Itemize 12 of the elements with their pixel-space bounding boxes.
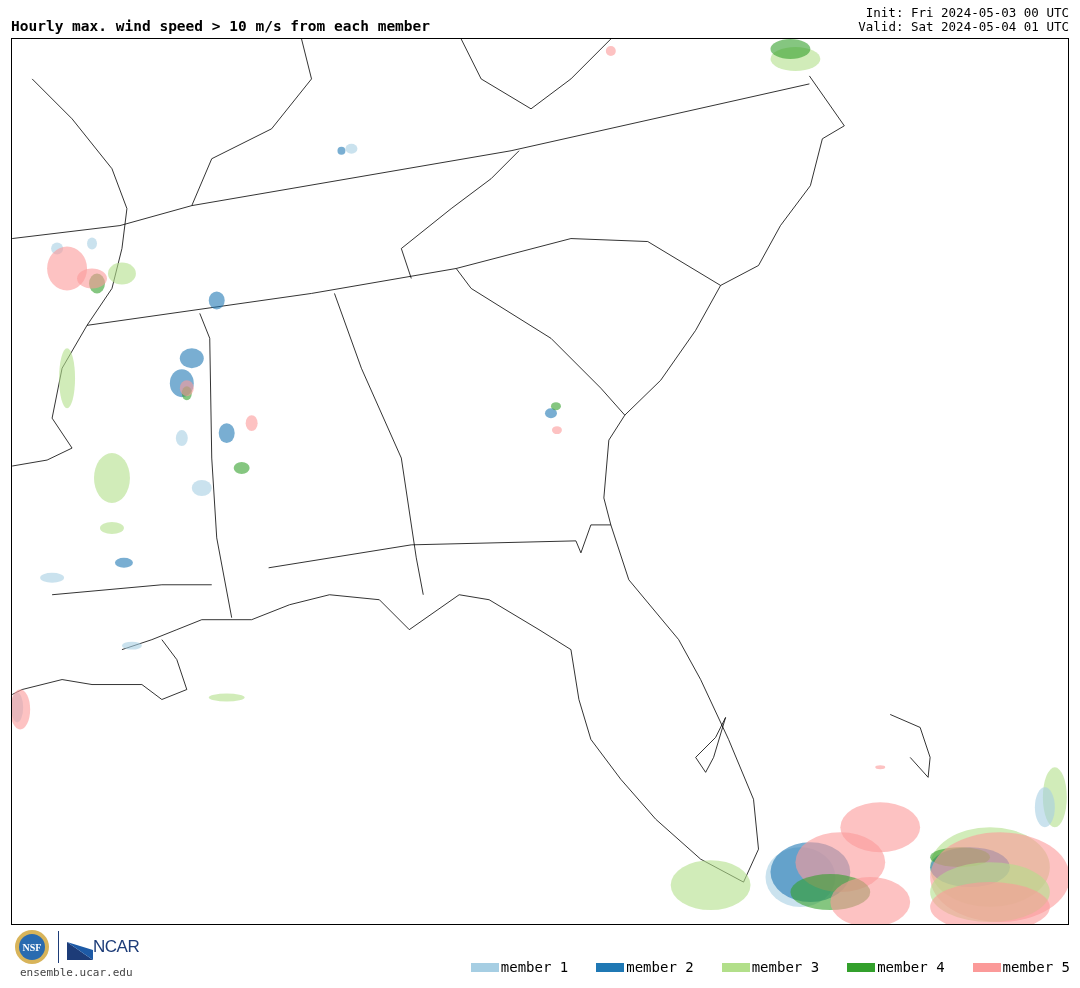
legend-label: member 3 <box>751 958 820 977</box>
ncar-logo-text: NCAR <box>93 936 140 959</box>
legend-label: member 2 <box>626 958 694 977</box>
init-time: Init: Fri 2024-05-03 00 UTC <box>865 6 1069 20</box>
chart-title: Hourly max. wind speed > 10 m/s from each member <box>11 18 431 36</box>
legend-label: member 1 <box>500 958 569 977</box>
site-url: ensemble.ucar.edu <box>20 965 134 981</box>
legend-label: member 4 <box>877 958 945 977</box>
legend-label: member 5 <box>1002 958 1070 977</box>
ncar-logo-icon <box>67 941 93 960</box>
nsf-logo: NSF <box>14 929 50 965</box>
valid-time: Valid: Sat 2024-05-04 01 UTC <box>858 20 1069 34</box>
